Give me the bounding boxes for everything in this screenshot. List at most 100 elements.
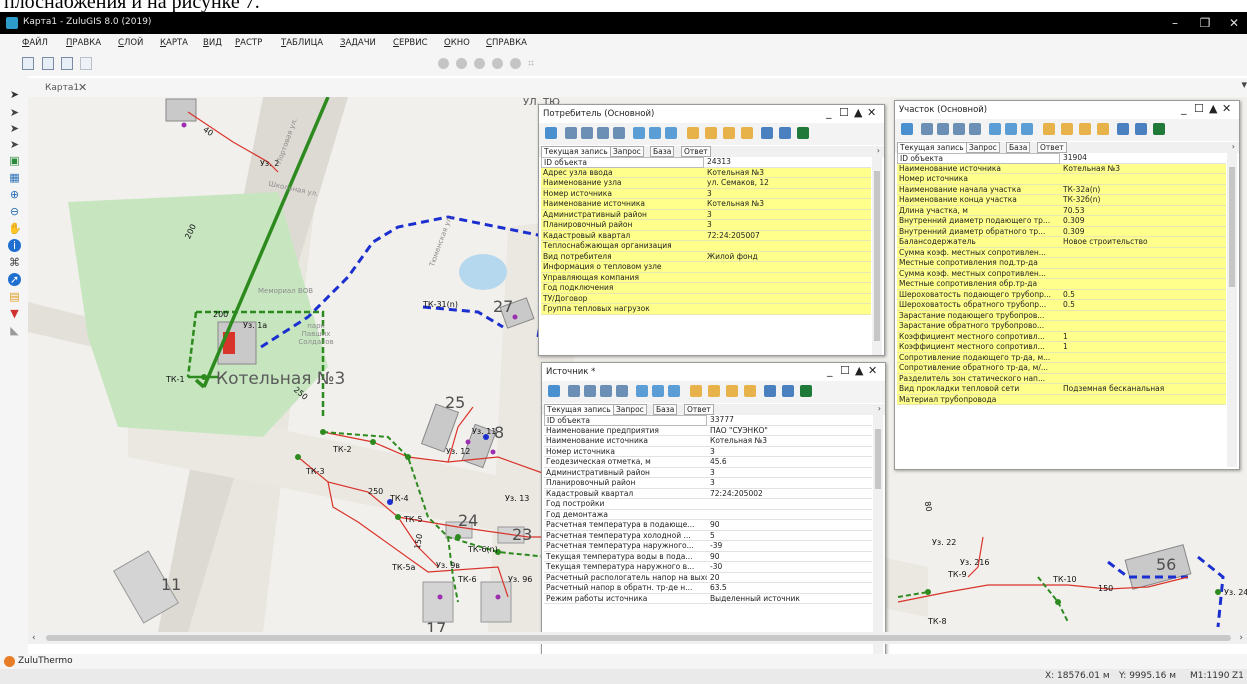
binoculars-icon[interactable]: ⌘ (8, 256, 21, 269)
record-row[interactable]: Сумма коэф. местных сопротивлен... (897, 247, 1226, 258)
tool-gray-icon-1[interactable] (438, 58, 449, 69)
grid-icon[interactable]: ▦ (8, 171, 21, 184)
first-record-icon[interactable] (568, 385, 580, 397)
tabs-scroll-icon[interactable]: › (877, 146, 880, 155)
field-value[interactable] (1060, 268, 1226, 279)
record-row[interactable]: Сумма коэф. местных сопротивлен... (897, 268, 1226, 279)
record-row[interactable]: Расчетная температура холодной ... 5 (544, 530, 872, 541)
tab-base[interactable]: База (653, 404, 678, 415)
measure-icon[interactable]: ◣ (8, 324, 21, 337)
field-value[interactable] (1060, 258, 1226, 269)
record-row[interactable]: Наименование источника Котельная №3 (544, 436, 872, 447)
folder-check-icon[interactable] (708, 385, 720, 397)
pan-hand-icon[interactable]: ✋ (8, 222, 22, 235)
pointer-icon[interactable]: ➤ (8, 88, 21, 101)
close-button[interactable]: ✕ (1222, 14, 1246, 32)
close-icon[interactable]: ✕ (868, 364, 877, 377)
record-row[interactable]: Материал трубопровода (897, 394, 1226, 405)
field-value[interactable]: 90 (707, 520, 872, 531)
field-value[interactable]: 90 (707, 551, 872, 562)
print-map-icon[interactable] (80, 57, 92, 70)
field-value[interactable] (707, 499, 872, 510)
refresh-icon[interactable] (636, 385, 648, 397)
field-value[interactable] (1060, 373, 1226, 384)
minimize-icon[interactable]: _ (826, 106, 832, 119)
field-value[interactable] (1060, 363, 1226, 374)
last-record-icon[interactable] (613, 127, 625, 139)
field-value[interactable] (1060, 279, 1226, 290)
table-icon[interactable] (1005, 123, 1017, 135)
field-value[interactable]: 72:24:205002 (707, 488, 872, 499)
field-value[interactable]: 0.5 (1060, 289, 1226, 300)
field-value[interactable]: 45.6 (707, 457, 872, 468)
record-row[interactable]: Номер источника 3 (544, 446, 872, 457)
tab-base[interactable]: База (650, 146, 675, 157)
tool-gray-icon-5[interactable] (510, 58, 521, 69)
select-icon[interactable]: ➤ (8, 106, 21, 119)
record-row[interactable]: Разделитель зон статического нап... (897, 373, 1226, 384)
query-icon[interactable] (1021, 123, 1033, 135)
field-value[interactable] (1060, 247, 1226, 258)
legend-icon[interactable]: ▤ (8, 290, 21, 303)
field-value[interactable]: Новое строительство (1060, 237, 1226, 248)
table-icon[interactable] (649, 127, 661, 139)
record-row[interactable]: Внутренний диаметр обратного тр... 0.309 (897, 226, 1226, 237)
collapse-icon[interactable]: ▲ (854, 106, 862, 119)
folder-edit-icon[interactable] (726, 385, 738, 397)
tab-base[interactable]: База (1006, 142, 1031, 153)
field-value[interactable]: 3 (704, 220, 871, 231)
record-row[interactable]: Год демонтажа (544, 509, 872, 520)
record-row[interactable]: Год постройки (544, 499, 872, 510)
tab-answer[interactable]: Ответ (684, 404, 714, 415)
field-value[interactable]: ТК-32а(n) (1060, 184, 1226, 195)
field-value[interactable]: Подземная бесканальная (1060, 384, 1226, 395)
field-value[interactable]: 31904 (1060, 153, 1226, 164)
folder-add-icon[interactable] (1097, 123, 1109, 135)
field-value[interactable]: 72:24:205007 (704, 230, 871, 241)
tab-answer[interactable]: Ответ (681, 146, 711, 157)
print-icon[interactable] (782, 385, 794, 397)
record-row[interactable]: Наименование начала участка ТК-32а(n) (897, 184, 1226, 195)
field-value[interactable]: 3 (704, 188, 871, 199)
record-row[interactable]: Планировочный район 3 (544, 478, 872, 489)
layers-icon[interactable] (901, 123, 913, 135)
menu-layer[interactable]: СЛОЙ (118, 38, 143, 48)
save-map-icon[interactable] (61, 57, 73, 70)
record-row[interactable]: Планировочный район 3 (541, 220, 871, 231)
minimize-button[interactable]: – (1163, 14, 1187, 32)
save-icon[interactable] (761, 127, 773, 139)
field-value[interactable]: ТК-32б(n) (1060, 195, 1226, 206)
record-row[interactable]: Год подключения (541, 283, 871, 294)
menu-table[interactable]: ТАБЛИЦА (281, 38, 323, 48)
record-row[interactable]: Наименование конца участка ТК-32б(n) (897, 195, 1226, 206)
field-value[interactable]: 33777 (707, 415, 872, 426)
tool-gray-icon-2[interactable] (456, 58, 467, 69)
field-value[interactable]: 3 (707, 478, 872, 489)
next-record-icon[interactable] (953, 123, 965, 135)
menu-map[interactable]: КАРТА (160, 38, 188, 48)
scroll-thumb[interactable] (46, 635, 1231, 641)
field-value[interactable] (704, 241, 871, 252)
record-row[interactable]: Шероховатость подающего трубопр... 0.5 (897, 289, 1226, 300)
scroll-right-icon[interactable]: › (1239, 632, 1243, 644)
zoom-out-icon[interactable]: ⊖ (8, 205, 21, 218)
field-value[interactable] (1060, 310, 1226, 321)
record-row[interactable]: Вид потребителя Жилой фонд (541, 251, 871, 262)
field-value[interactable]: 3 (707, 446, 872, 457)
excel-icon[interactable] (797, 127, 809, 139)
tab-query[interactable]: Запрос (610, 146, 644, 157)
folder-edit-icon[interactable] (723, 127, 735, 139)
record-row[interactable]: Адрес узла ввода Котельная №3 (541, 167, 871, 178)
record-row[interactable]: Расчетная температура в подающе... 90 (544, 520, 872, 531)
tab-current-record[interactable]: Текущая запись (541, 146, 611, 157)
folder-edit-icon[interactable] (1079, 123, 1091, 135)
record-row[interactable]: Балансодержатель Новое строительство (897, 237, 1226, 248)
last-record-icon[interactable] (616, 385, 628, 397)
field-value[interactable] (1060, 174, 1226, 185)
field-value[interactable]: 1 (1060, 331, 1226, 342)
record-row[interactable]: Текущая температура воды в пода... 90 (544, 551, 872, 562)
record-row[interactable]: Группа тепловых нагрузок (541, 304, 871, 315)
maximize-icon[interactable]: ☐ (1194, 102, 1204, 115)
menu-view[interactable]: ВИД (203, 38, 222, 48)
record-row[interactable]: Коэффициент местного сопротивл... 1 (897, 331, 1226, 342)
